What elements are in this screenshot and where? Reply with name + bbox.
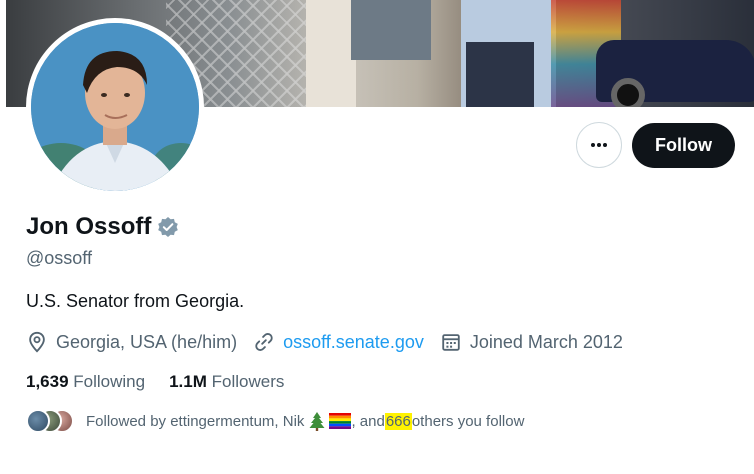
calendar-icon xyxy=(442,334,460,351)
avatar[interactable] xyxy=(26,18,204,196)
website[interactable]: ossoff.senate.gov xyxy=(253,331,424,353)
location-pin-icon xyxy=(29,331,45,353)
following-count: 1,639 xyxy=(26,372,69,391)
followed-by-suffix: others you follow xyxy=(411,412,525,430)
follow-button[interactable]: Follow xyxy=(632,123,735,168)
followed-by-row[interactable]: Followed by ettingermentum, Nik , and 66… xyxy=(26,409,524,433)
follower-avatar xyxy=(26,409,50,433)
avatar-portrait xyxy=(31,23,199,191)
avatar-image xyxy=(31,23,199,191)
link-icon xyxy=(255,333,273,351)
location-text: Georgia, USA (he/him) xyxy=(56,331,238,352)
handle: @ossoff xyxy=(26,248,92,268)
follow-stats: 1,639 Following 1.1M Followers xyxy=(26,372,308,392)
banner-car-wheel xyxy=(611,78,645,107)
rainbow-flag-emoji xyxy=(329,413,352,429)
name-row: Jon Ossoff xyxy=(26,213,179,241)
following-stat[interactable]: 1,639 Following xyxy=(26,372,145,392)
bio: U.S. Senator from Georgia. xyxy=(26,291,245,311)
followers-stat[interactable]: 1.1M Followers xyxy=(169,372,284,392)
display-name: Jon Ossoff xyxy=(26,213,152,240)
followers-count: 1.1M xyxy=(169,372,207,391)
followed-by-conjunction: , and xyxy=(351,412,385,430)
website-link[interactable]: ossoff.senate.gov xyxy=(283,332,424,353)
more-options-button[interactable] xyxy=(576,122,622,168)
followed-by-avatars xyxy=(26,409,74,433)
verified-badge-icon[interactable] xyxy=(157,216,179,238)
location: Georgia, USA (he/him) xyxy=(26,331,237,353)
join-date-text: Joined March 2012 xyxy=(469,331,623,352)
banner-figure xyxy=(351,0,431,60)
profile-meta: Georgia, USA (he/him) ossoff.senate.gov … xyxy=(26,331,639,353)
more-dots-icon xyxy=(591,143,607,147)
join-date: Joined March 2012 xyxy=(440,331,623,353)
banner-person-legs xyxy=(466,42,534,107)
followers-label: Followers xyxy=(211,372,285,391)
following-label: Following xyxy=(73,372,146,391)
followed-by-prefix: Followed by ettingermentum, Nik xyxy=(86,412,305,430)
followed-by-count: 666 xyxy=(384,412,412,430)
banner-wall xyxy=(306,0,356,107)
evergreen-tree-emoji xyxy=(309,412,325,431)
